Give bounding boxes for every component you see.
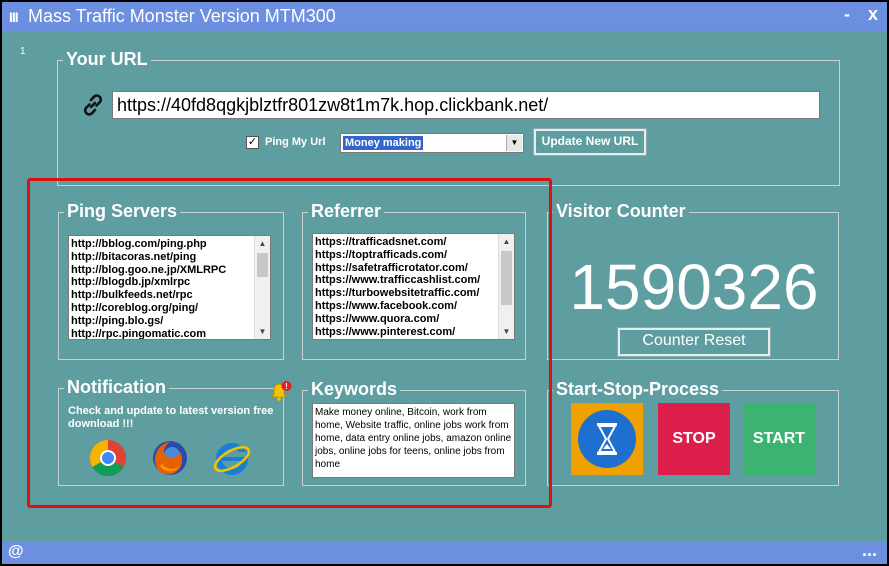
bell-icon[interactable]: ! [268, 380, 292, 402]
scroll-thumb[interactable] [501, 251, 512, 305]
list-item[interactable]: https://turbowebsitetraffic.com/ [315, 287, 498, 300]
scroll-down-icon[interactable]: ▼ [255, 324, 270, 339]
category-select[interactable]: Money making ▼ [340, 133, 524, 153]
referrer-scrollbar[interactable]: ▲ ▼ [498, 234, 514, 339]
referrer-list[interactable]: https://trafficadsnet.com/https://toptra… [312, 233, 515, 340]
list-item[interactable]: http://ping.blo.gs/ [71, 315, 254, 328]
list-item[interactable]: http://bitacoras.net/ping [71, 251, 254, 264]
process-title: Start-Stop-Process [553, 379, 723, 400]
category-selected-value: Money making [343, 136, 424, 150]
list-item[interactable]: https://www.pinterest.com/ [315, 326, 498, 339]
list-item[interactable]: https://safetrafficrotator.com/ [315, 262, 498, 275]
chevron-down-icon[interactable]: ▼ [506, 135, 522, 151]
list-item[interactable]: http://blog.goo.ne.jp/XMLRPC [71, 264, 254, 277]
window-title: Mass Traffic Monster Version MTM300 [28, 6, 336, 26]
scroll-up-icon[interactable]: ▲ [255, 236, 270, 251]
minimize-button[interactable]: - [844, 4, 850, 25]
firefox-icon[interactable] [150, 438, 190, 478]
status-at-symbol: @ [8, 543, 24, 560]
list-item[interactable]: http://blogdb.jp/xmlrpc [71, 276, 254, 289]
list-item[interactable]: https://www.trafficcashlist.com/ [315, 274, 498, 287]
list-item[interactable]: http://bulkfeeds.net/rpc [71, 289, 254, 302]
list-item[interactable]: https://www.facebook.com/ [315, 300, 498, 313]
list-item[interactable]: https://toptrafficads.com/ [315, 249, 498, 262]
close-button[interactable]: x [868, 4, 878, 25]
status-more-dots[interactable]: ... [862, 540, 877, 561]
keywords-title: Keywords [308, 379, 401, 400]
stop-button[interactable]: STOP [658, 403, 730, 475]
timer-button[interactable] [571, 403, 643, 475]
scroll-down-icon[interactable]: ▼ [499, 324, 514, 339]
ping-servers-list[interactable]: http://bblog.com/ping.php http://bitacora… [68, 235, 271, 340]
internet-explorer-icon[interactable] [212, 438, 252, 478]
list-item[interactable]: http://coreblog.org/ping/ [71, 302, 254, 315]
notification-message: Check and update to latest version free … [68, 405, 274, 430]
link-icon [83, 94, 103, 116]
bell-badge: ! [285, 382, 288, 391]
status-bar: @ ... [2, 540, 887, 564]
list-item[interactable]: https://www.quora.com/ [315, 313, 498, 326]
list-item[interactable]: http://bblog.com/ping.php [71, 238, 254, 251]
visitor-counter-title: Visitor Counter [553, 201, 689, 222]
update-url-button[interactable]: Update New URL [533, 128, 647, 156]
version-mark: 1 [20, 46, 26, 57]
list-item[interactable]: http://rpc.pingomatic.com [71, 328, 254, 339]
url-group: Your URL [57, 49, 840, 186]
app-window: III Mass Traffic Monster Version MTM300 … [2, 2, 887, 564]
start-button[interactable]: START [743, 403, 815, 475]
list-item[interactable]: https://trafficadsnet.com/ [315, 236, 498, 249]
ping-label: Ping My Url [265, 136, 326, 148]
scroll-up-icon[interactable]: ▲ [499, 234, 514, 249]
app-icon: III [9, 9, 19, 25]
url-group-title: Your URL [63, 49, 151, 70]
hourglass-icon [578, 410, 636, 468]
referrer-title: Referrer [308, 201, 385, 222]
ping-servers-scrollbar[interactable]: ▲ ▼ [254, 236, 270, 339]
ping-servers-items: http://bblog.com/ping.php http://bitacora… [71, 238, 254, 339]
url-input[interactable] [112, 91, 820, 119]
chrome-icon[interactable] [88, 438, 128, 478]
visitor-count: 1590326 [569, 251, 819, 323]
referrer-items: https://trafficadsnet.com/https://toptra… [315, 236, 498, 338]
keywords-textarea[interactable]: Make money online, Bitcoin, work from ho… [312, 403, 515, 478]
title-bar[interactable]: III Mass Traffic Monster Version MTM300 … [2, 2, 887, 31]
ping-servers-title: Ping Servers [64, 201, 181, 222]
ping-checkbox[interactable]: ✓ [246, 136, 259, 149]
notification-title: Notification [64, 377, 169, 398]
scroll-thumb[interactable] [257, 253, 268, 277]
counter-reset-button[interactable]: Counter Reset [617, 327, 771, 357]
